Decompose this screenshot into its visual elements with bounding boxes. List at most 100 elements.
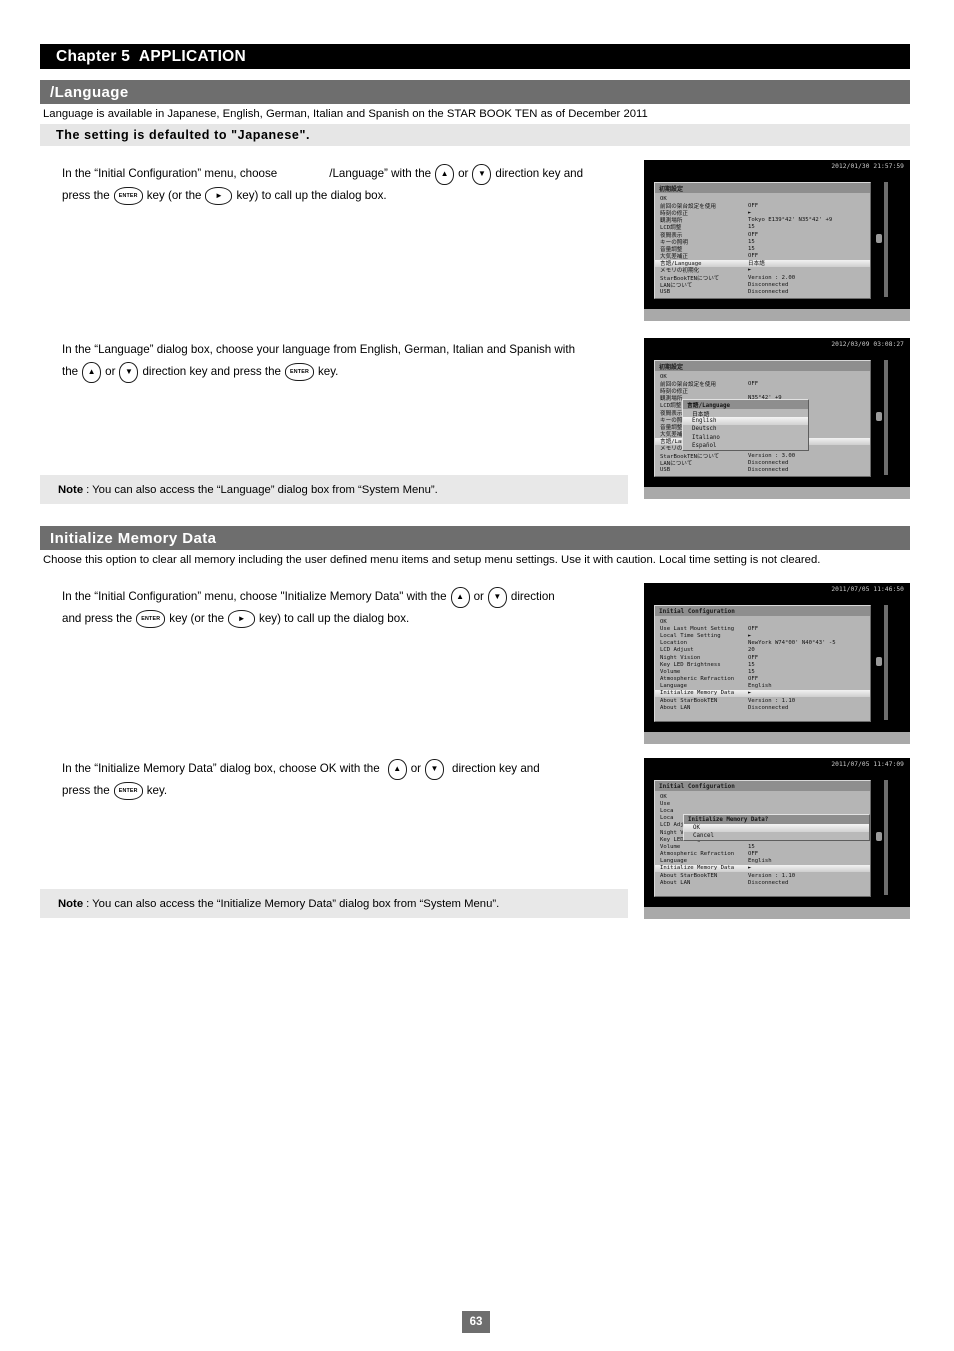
menu-row-value: OFF bbox=[748, 380, 759, 387]
menu-row-label: Location bbox=[660, 640, 687, 647]
dialog-option[interactable]: Deutsch bbox=[683, 425, 808, 433]
language-step1-line2: press the ENTER key (or the ► key) to ca… bbox=[62, 185, 637, 207]
step1-text-e: press the bbox=[62, 189, 110, 202]
menu-row-label: Use Last Mount Setting bbox=[660, 625, 735, 632]
screenshot2-dialog-items: 日本語 English Deutsch Italiano Español bbox=[683, 409, 808, 450]
menu-row[interactable]: Night Vision OFF bbox=[655, 654, 870, 661]
menu-row-value: Disconnected bbox=[748, 704, 789, 711]
initmem-step1-paragraph: In the “Initial Configuration” menu, cho… bbox=[62, 586, 637, 630]
menu-row[interactable]: LANについて Disconnected bbox=[655, 459, 870, 467]
menu-row[interactable]: About StarBookTEN Version : 1.10 bbox=[655, 697, 870, 704]
menu-row[interactable]: Volume 15 bbox=[655, 843, 870, 850]
menu-row[interactable]: Use bbox=[655, 800, 870, 807]
screenshot2-footer-strip bbox=[644, 487, 910, 499]
menu-row-label: USB bbox=[660, 467, 671, 474]
menu-row-label: Use bbox=[660, 800, 671, 807]
initmem-step1-text-c: direction bbox=[510, 590, 555, 603]
menu-row-value: Version : 2.00 bbox=[748, 274, 796, 281]
menu-row-value: ► bbox=[748, 209, 752, 216]
menu-row[interactable]: Initialize Memory Data ► bbox=[655, 689, 870, 698]
up-arrow-key-icon: ▲ bbox=[82, 361, 102, 383]
menu-row[interactable]: Location NewYork W74°00' N40°43' -5 bbox=[655, 640, 870, 647]
screenshot2-rail bbox=[884, 360, 888, 475]
dialog-option[interactable]: OK bbox=[684, 824, 869, 833]
menu-row-value: Version : 3.00 bbox=[748, 452, 796, 459]
menu-row-value: Version : 1.10 bbox=[748, 872, 796, 879]
menu-row-label: Night Vision bbox=[660, 654, 701, 661]
menu-row[interactable]: Atmospheric Refraction OFF bbox=[655, 851, 870, 858]
note-label: Note bbox=[58, 897, 84, 910]
menu-row-value: ► bbox=[748, 865, 752, 872]
screenshot1-menu-panel: 初期設定 OK 前回の架台設定を使用 OFF 時刻の修正 ► 観測場所 Tokyo E139… bbox=[654, 182, 871, 299]
menu-row-value: 15 bbox=[748, 843, 755, 850]
screenshot3-side-tab bbox=[876, 657, 882, 666]
menu-row[interactable]: Local Time Setting ► bbox=[655, 632, 870, 639]
menu-row-value: Disconnected bbox=[748, 879, 789, 886]
initmem-step2-text-a: In the “Initialize Memory Data” dialog b… bbox=[62, 762, 380, 775]
language-step2-line1: In the “Language” dialog box, choose you… bbox=[62, 339, 637, 361]
initmem-step2-paragraph: In the “Initialize Memory Data” dialog b… bbox=[62, 758, 637, 802]
right-arrow-key-icon: ► bbox=[205, 187, 233, 205]
menu-row-value: OFF bbox=[748, 202, 759, 209]
menu-row[interactable]: Volume 15 bbox=[655, 668, 870, 675]
menu-row-value: OFF bbox=[748, 851, 759, 858]
note-label: Note bbox=[58, 483, 84, 496]
initmem-step2-line2: press the ENTER key. bbox=[62, 780, 637, 802]
menu-row[interactable]: Use Last Mount Setting OFF bbox=[655, 625, 870, 632]
menu-row[interactable]: USB Disconnected bbox=[655, 288, 870, 295]
screenshot-japanese-initial-configuration: 2012/01/30 21:57:59 初期設定 OK 前回の架台設定を使用 OFF… bbox=[644, 160, 910, 321]
screenshot2-menu-panel: 初期設定 OK前回の架台設定を使用OFF時刻の修正観測場所N35°42' +9L… bbox=[654, 360, 871, 477]
section-header-initialize-memory: Initialize Memory Data bbox=[40, 526, 910, 550]
menu-row[interactable]: LANについて Disconnected bbox=[655, 281, 870, 289]
initmem-step2-line1: In the “Initialize Memory Data” dialog b… bbox=[62, 758, 637, 780]
language-step2-paragraph: In the “Language” dialog box, choose you… bbox=[62, 339, 637, 383]
menu-row[interactable]: Initialize Memory Data ► bbox=[655, 864, 870, 873]
dialog-option[interactable]: Español bbox=[683, 442, 808, 450]
menu-row[interactable]: USB Disconnected bbox=[655, 466, 870, 473]
step2-text-e: key. bbox=[318, 365, 339, 378]
screenshot1-timestamp: 2012/01/30 21:57:59 bbox=[831, 163, 904, 170]
screenshot4-side-tab bbox=[876, 832, 882, 841]
screenshot4-confirm-dialog: Initialize Memory Data? OK Cancel bbox=[683, 814, 870, 842]
language-step1-paragraph: In the “Initial Configuration” menu, cho… bbox=[62, 163, 637, 207]
menu-row[interactable]: About StarBookTEN Version : 1.10 bbox=[655, 872, 870, 879]
menu-row[interactable]: LCD Adjust 20 bbox=[655, 647, 870, 654]
menu-row-value: 日本語 bbox=[748, 261, 765, 268]
note-initialize-memory: Note : You can also access the “Initiali… bbox=[40, 889, 628, 918]
subsection-title: The setting is defaulted to "Japanese". bbox=[56, 128, 311, 142]
screenshot3-footer-strip bbox=[644, 732, 910, 744]
menu-row-label: Language bbox=[660, 683, 687, 690]
screenshot4-footer-strip bbox=[644, 907, 910, 919]
screenshot-english-initialize-memory-dialog: 2011/07/05 11:47:09 Initial Configuratio… bbox=[644, 758, 910, 919]
menu-row-label: Key LED Brightness bbox=[660, 661, 721, 668]
menu-row-value: English bbox=[748, 858, 772, 865]
initmem-step1-text-f: key) to call up the dialog box. bbox=[259, 612, 410, 625]
note-text: : You can also access the “Language” dia… bbox=[86, 483, 438, 496]
section-header-language: /Language bbox=[40, 80, 910, 104]
menu-row[interactable]: Language English bbox=[655, 858, 870, 865]
initmem-step1-text-a: In the “Initial Configuration” menu, cho… bbox=[62, 590, 447, 603]
screenshot4-menu-panel: Initial Configuration OK Use Loca Loca LCD A… bbox=[654, 780, 871, 897]
step1-text-b: /Language” with the bbox=[329, 167, 432, 180]
menu-row-value: ► bbox=[748, 267, 752, 274]
dialog-option[interactable]: 日本語 bbox=[683, 409, 808, 418]
menu-row[interactable]: About LAN Disconnected bbox=[655, 704, 870, 711]
screenshot1-menu-rows: OK 前回の架台設定を使用 OFF 時刻の修正 ► 観測場所 Tokyo E139°42' … bbox=[655, 195, 870, 296]
up-arrow-key-icon: ▲ bbox=[435, 163, 455, 185]
menu-row[interactable]: OK bbox=[655, 793, 870, 800]
menu-row-value: 15 bbox=[748, 238, 755, 245]
menu-row[interactable]: Atmospheric Refraction OFF bbox=[655, 676, 870, 683]
step1-text-c: or bbox=[458, 167, 469, 180]
dialog-option[interactable]: Cancel bbox=[684, 832, 869, 840]
menu-row[interactable]: Key LED Brightness 15 bbox=[655, 661, 870, 668]
menu-row[interactable]: OK bbox=[655, 618, 870, 625]
menu-row-value: 15 bbox=[748, 668, 755, 675]
screenshot4-timestamp: 2011/07/05 11:47:09 bbox=[831, 761, 904, 768]
menu-row[interactable]: About LAN Disconnected bbox=[655, 879, 870, 886]
dialog-option[interactable]: English bbox=[683, 417, 808, 426]
menu-row-label: Local Time Setting bbox=[660, 632, 721, 639]
menu-row[interactable]: Language English bbox=[655, 683, 870, 690]
menu-row-value: 15 bbox=[748, 245, 755, 252]
dialog-option[interactable]: Italiano bbox=[683, 434, 808, 442]
down-arrow-key-icon: ▼ bbox=[119, 361, 139, 383]
